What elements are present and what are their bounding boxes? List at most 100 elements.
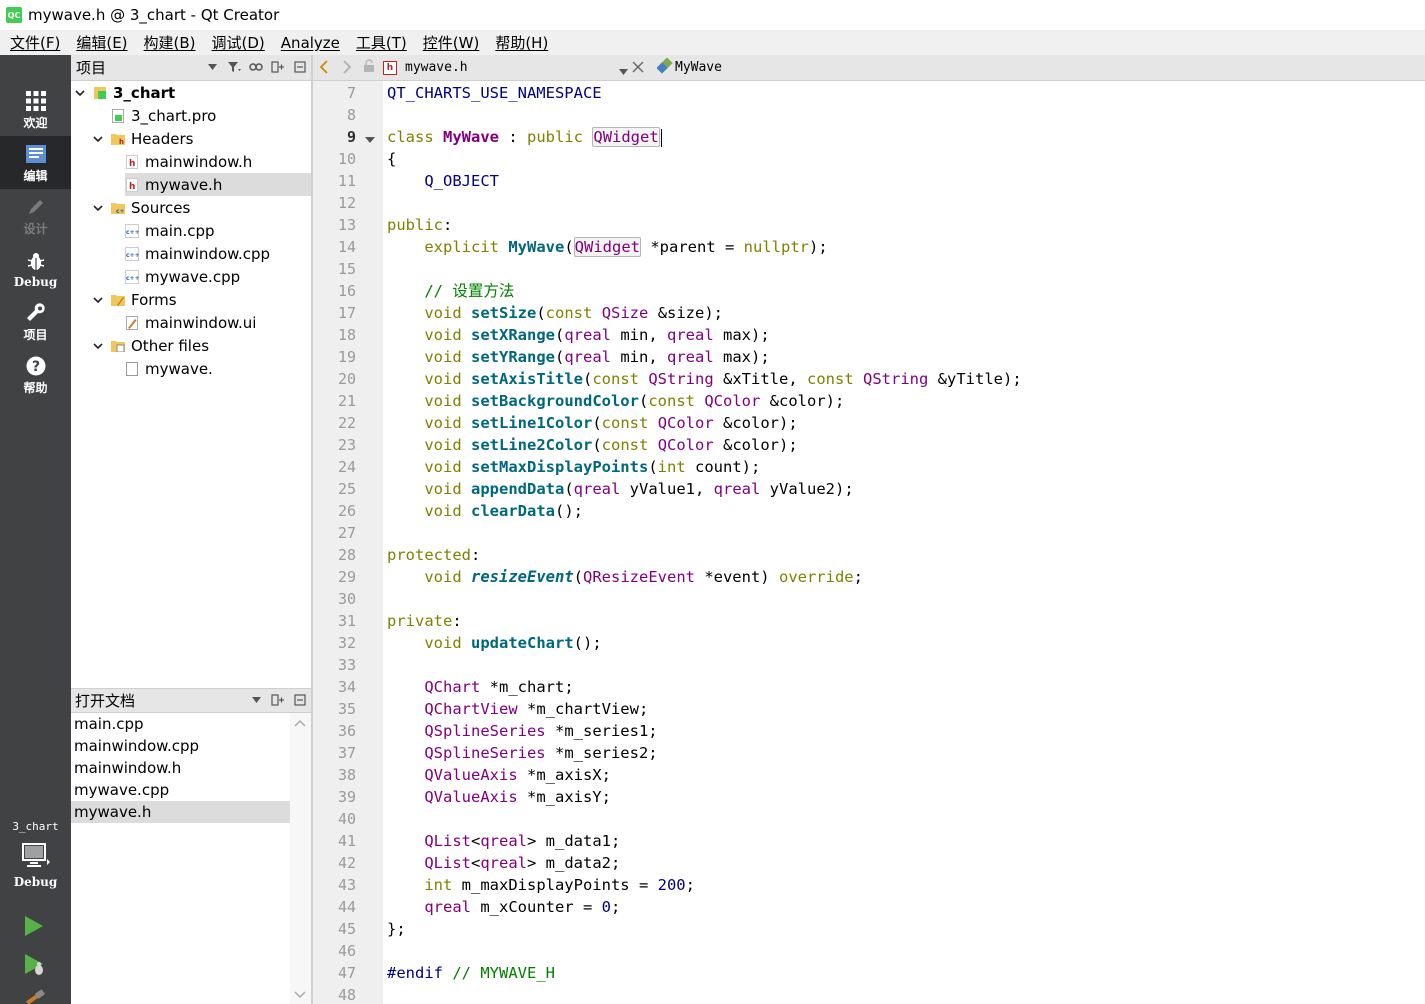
code-line: void setSize(const QSize &size); (387, 302, 723, 324)
code-line: void setLine2Color(const QColor &color); (387, 434, 797, 456)
menu-help[interactable]: 帮助(H) (487, 32, 556, 53)
chevron-down-icon[interactable] (205, 59, 219, 75)
code-token: QSplineSeries (424, 722, 546, 740)
tree-item[interactable]: c++ mywave.cpp (125, 265, 311, 288)
document-selector[interactable]: h mywave.h (383, 57, 628, 78)
tree-item[interactable]: 3_chart.pro (91, 104, 311, 127)
start-debugging-button[interactable] (24, 953, 46, 981)
code-token: QChart (424, 678, 481, 696)
menu-analyze[interactable]: Analyze (273, 34, 348, 52)
menu-file[interactable]: 文件(F) (2, 32, 68, 53)
close-document-icon[interactable] (631, 58, 645, 80)
line-number: 9 (346, 128, 356, 146)
mode-edit[interactable]: 编辑 (0, 136, 71, 189)
code-editor[interactable]: QT_CHARTS_USE_NAMESPACE class MyWave : pu… (383, 81, 1425, 1004)
header-file-icon: h (125, 177, 139, 192)
code-token: const (601, 436, 649, 454)
open-documents-scrollbar[interactable] (290, 713, 311, 1004)
open-doc-item-selected[interactable]: mywave.h (71, 801, 290, 823)
menu-build[interactable]: 构建(B) (136, 32, 204, 53)
navigate-back-icon[interactable] (317, 58, 331, 80)
tree-item[interactable]: 3_chart (73, 81, 311, 104)
chevron-down-icon[interactable] (249, 692, 263, 708)
mode-projects[interactable]: 项目 (0, 295, 71, 348)
code-token: QChartView (424, 700, 518, 718)
fold-marker-icon[interactable] (365, 130, 375, 148)
projects-view-selector[interactable]: 项目 (76, 57, 106, 78)
kit-selector[interactable] (22, 843, 50, 873)
tree-item[interactable]: mywave. (125, 357, 311, 380)
menu-tools[interactable]: 工具(T) (348, 32, 415, 53)
mode-selector: 欢迎 编辑 设计 Debug 项目 ? 帮助 3_chart Debug (0, 55, 71, 1004)
open-doc-item[interactable]: mainwindow.h (71, 757, 290, 779)
mode-debug[interactable]: Debug (0, 242, 71, 295)
line-number: 27 (337, 524, 356, 542)
code-token: setLine1Color (471, 414, 593, 432)
run-button[interactable] (24, 915, 44, 941)
pro-file-icon (111, 108, 125, 123)
code-token: qreal (713, 480, 761, 498)
code-token: > m_data2; (527, 854, 621, 872)
menu-edit[interactable]: 编辑(E) (68, 32, 135, 53)
tree-item[interactable]: c++ mainwindow.cpp (125, 242, 311, 265)
mode-design-label: 设计 (23, 222, 48, 236)
tree-item[interactable]: h mywave.h (125, 173, 311, 196)
tree-item[interactable]: Forms (91, 288, 311, 311)
code-token: (); (573, 634, 602, 652)
tree-item[interactable]: Other files (91, 334, 311, 357)
navigate-forward-icon[interactable] (340, 58, 354, 80)
code-line: void setXRange(qreal min, qreal max); (387, 324, 769, 346)
mode-help[interactable]: ? 帮助 (0, 348, 71, 401)
code-token: qreal (480, 832, 528, 850)
filter-icon[interactable] (227, 59, 241, 75)
open-doc-item[interactable]: mainwindow.cpp (71, 735, 290, 757)
split-icon[interactable] (271, 59, 285, 75)
build-button[interactable] (24, 989, 46, 1004)
symbol-selector[interactable]: MyWave (656, 56, 722, 78)
svg-text:?: ? (31, 359, 39, 375)
line-number: 11 (337, 172, 356, 190)
tree-item[interactable]: c++ main.cpp (125, 219, 311, 242)
chevron-down-icon[interactable] (91, 132, 105, 146)
chevron-down-icon[interactable] (73, 86, 87, 100)
open-documents-title[interactable]: 打开文档 (75, 690, 135, 711)
code-token: QResizeEvent (583, 568, 695, 586)
menu-controls[interactable]: 控件(W) (415, 32, 488, 53)
line-number: 34 (337, 678, 356, 696)
tree-item-label: mainwindow.ui (145, 313, 257, 332)
link-icon[interactable] (249, 59, 263, 75)
line-number: 45 (337, 920, 356, 938)
tree-item[interactable]: h mainwindow.h (125, 150, 311, 173)
code-line: void setBackgroundColor(const QColor &co… (387, 390, 844, 412)
close-pane-icon[interactable] (293, 692, 307, 708)
chevron-down-icon[interactable] (91, 339, 105, 353)
line-number: 39 (337, 788, 356, 806)
open-doc-item[interactable]: main.cpp (71, 713, 290, 735)
code-token: void (424, 502, 462, 520)
code-line: qreal m_xCounter = 0; (387, 896, 620, 918)
mode-design[interactable]: 设计 (0, 189, 71, 242)
line-number: 42 (337, 854, 356, 872)
code-line: protected: (387, 544, 480, 566)
code-token: qreal (480, 854, 528, 872)
tree-item[interactable]: h Headers (91, 127, 311, 150)
code-line: private: (387, 610, 462, 632)
menu-debug[interactable]: 调试(D) (204, 32, 273, 53)
tree-item[interactable]: c+ Sources (91, 196, 311, 219)
code-token: > m_data1; (527, 832, 621, 850)
mode-welcome[interactable]: 欢迎 (0, 83, 71, 136)
open-doc-item[interactable]: mywave.cpp (71, 779, 290, 801)
chevron-down-icon[interactable] (91, 293, 105, 307)
code-token: m_maxDisplayPoints = (452, 876, 658, 894)
split-icon[interactable] (271, 692, 285, 708)
tree-item[interactable]: mainwindow.ui (125, 311, 311, 334)
code-token: qreal (424, 898, 471, 916)
chevron-down-icon[interactable] (91, 201, 105, 215)
close-pane-icon[interactable] (293, 59, 307, 75)
